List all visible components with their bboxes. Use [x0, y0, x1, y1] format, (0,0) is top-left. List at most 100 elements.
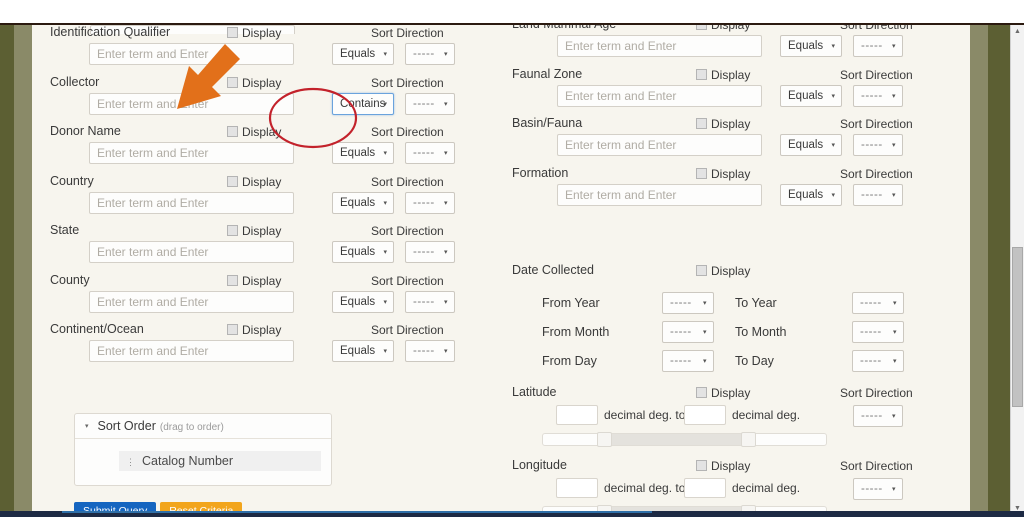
to-year-label: To Year	[735, 296, 777, 310]
term-input[interactable]: Enter term and Enter	[89, 43, 294, 65]
display-toggle[interactable]: Display	[227, 224, 281, 238]
term-input[interactable]: Enter term and Enter	[557, 134, 762, 156]
term-input[interactable]: Enter term and Enter	[557, 85, 762, 107]
display-checkbox[interactable]	[227, 27, 238, 38]
sort-direction-select[interactable]: ----- ▾	[853, 35, 903, 57]
chevron-down-icon: ▾	[383, 200, 387, 207]
from-year-select[interactable]: ----- ▾	[662, 292, 714, 314]
operator-value: Equals	[340, 246, 376, 258]
sort-direction-select[interactable]: ----- ▾	[405, 142, 455, 164]
from-day-select[interactable]: ----- ▾	[662, 350, 714, 372]
chevron-down-icon: ▾	[831, 192, 835, 199]
vertical-scrollbar[interactable]: ▲ ▼	[1010, 25, 1024, 513]
display-checkbox[interactable]	[227, 225, 238, 236]
sort-direction-select[interactable]: ----- ▾	[853, 85, 903, 107]
display-toggle[interactable]: Display	[227, 323, 281, 337]
display-toggle[interactable]: Display	[227, 175, 281, 189]
term-input[interactable]: Enter term and Enter	[89, 291, 294, 313]
term-input[interactable]: Enter term and Enter	[557, 184, 762, 206]
display-checkbox[interactable]	[696, 25, 707, 30]
latitude-slider-handle-max[interactable]	[741, 432, 757, 447]
longitude-from-input[interactable]	[556, 478, 598, 498]
display-checkbox[interactable]	[696, 460, 707, 471]
sort-direction-select[interactable]: ----- ▾	[405, 241, 455, 263]
sort-direction-select[interactable]: ----- ▾	[853, 184, 903, 206]
from-month-select[interactable]: ----- ▾	[662, 321, 714, 343]
operator-select[interactable]: Equals ▾	[780, 35, 842, 57]
display-label: Display	[711, 167, 751, 181]
latitude-from-input[interactable]	[556, 405, 598, 425]
display-toggle[interactable]: Display	[696, 117, 750, 131]
operator-value: Equals	[340, 197, 376, 209]
sort-direction-select[interactable]: ----- ▾	[405, 93, 455, 115]
term-input[interactable]: Enter term and Enter	[89, 93, 294, 115]
operator-select[interactable]: Equals ▾	[332, 43, 394, 65]
operator-select[interactable]: Equals ▾	[332, 192, 394, 214]
to-month-value: -----	[860, 326, 882, 338]
operator-select[interactable]: Equals ▾	[780, 85, 842, 107]
latitude-sort-direction-select[interactable]: ----- ▾	[853, 405, 903, 427]
term-input[interactable]: Enter term and Enter	[89, 340, 294, 362]
display-toggle[interactable]: Display	[696, 459, 750, 473]
criteria-formation: Formation Display Sort Direction Enter t…	[512, 166, 913, 216]
display-checkbox[interactable]	[696, 118, 707, 129]
display-toggle[interactable]: Display	[696, 68, 750, 82]
operator-select[interactable]: Equals ▾	[332, 142, 394, 164]
criteria-land-mammal-age: Land Mammal Age Display Sort Direction E…	[512, 25, 913, 67]
latitude-to-input[interactable]	[684, 405, 726, 425]
sort-direction-select[interactable]: ----- ▾	[405, 340, 455, 362]
longitude-to-input[interactable]	[684, 478, 726, 498]
sort-direction-value: -----	[413, 98, 435, 110]
operator-select[interactable]: Contains ▾	[332, 93, 394, 115]
display-checkbox[interactable]	[696, 387, 707, 398]
term-input[interactable]: Enter term and Enter	[89, 241, 294, 263]
sort-direction-select[interactable]: ----- ▾	[405, 192, 455, 214]
sort-direction-select[interactable]: ----- ▾	[853, 134, 903, 156]
chevron-down-icon[interactable]: ▾	[85, 415, 89, 439]
latitude-slider-handle-min[interactable]	[596, 432, 612, 447]
display-checkbox[interactable]	[696, 69, 707, 80]
term-input[interactable]: Enter term and Enter	[89, 142, 294, 164]
longitude-sort-direction-select[interactable]: ----- ▾	[853, 478, 903, 500]
term-input[interactable]: Enter term and Enter	[557, 35, 762, 57]
scroll-up-arrow-icon[interactable]: ▲	[1011, 25, 1024, 38]
chevron-down-icon: ▾	[383, 348, 387, 355]
display-toggle[interactable]: Display	[227, 26, 281, 40]
display-checkbox[interactable]	[227, 176, 238, 187]
to-year-select[interactable]: ----- ▾	[852, 292, 904, 314]
display-toggle[interactable]: Display	[227, 274, 281, 288]
latitude-range-slider[interactable]	[542, 432, 827, 447]
scrollbar-thumb[interactable]	[1012, 247, 1023, 407]
display-toggle[interactable]: Display	[696, 25, 750, 32]
sort-direction-value: -----	[413, 48, 435, 60]
to-day-select[interactable]: ----- ▾	[852, 350, 904, 372]
latitude-sort-direction-value: -----	[861, 410, 883, 422]
display-checkbox[interactable]	[227, 324, 238, 335]
display-checkbox[interactable]	[227, 275, 238, 286]
display-toggle[interactable]: Display	[696, 264, 750, 278]
display-toggle[interactable]: Display	[696, 386, 750, 400]
from-day-value: -----	[670, 355, 692, 367]
display-checkbox[interactable]	[227, 126, 238, 137]
sort-direction-select[interactable]: ----- ▾	[405, 43, 455, 65]
display-toggle[interactable]: Display	[227, 125, 281, 139]
term-input[interactable]: Enter term and Enter	[89, 192, 294, 214]
sort-direction-select[interactable]: ----- ▾	[405, 291, 455, 313]
to-month-select[interactable]: ----- ▾	[852, 321, 904, 343]
chevron-down-icon: ▾	[443, 51, 448, 58]
chevron-down-icon: ▾	[383, 150, 387, 157]
operator-select[interactable]: Equals ▾	[780, 134, 842, 156]
display-checkbox[interactable]	[696, 168, 707, 179]
drag-handle-icon[interactable]: ⋮	[126, 452, 135, 472]
operator-select[interactable]: Equals ▾	[780, 184, 842, 206]
operator-select[interactable]: Equals ▾	[332, 291, 394, 313]
display-checkbox[interactable]	[696, 265, 707, 276]
operator-select[interactable]: Equals ▾	[332, 241, 394, 263]
sort-order-item[interactable]: ⋮ Catalog Number	[119, 451, 321, 471]
display-checkbox[interactable]	[227, 77, 238, 88]
sort-order-header[interactable]: ▾ Sort Order (drag to order)	[75, 414, 331, 439]
operator-select[interactable]: Equals ▾	[332, 340, 394, 362]
display-toggle[interactable]: Display	[227, 76, 281, 90]
from-year-value: -----	[670, 297, 692, 309]
display-toggle[interactable]: Display	[696, 167, 750, 181]
